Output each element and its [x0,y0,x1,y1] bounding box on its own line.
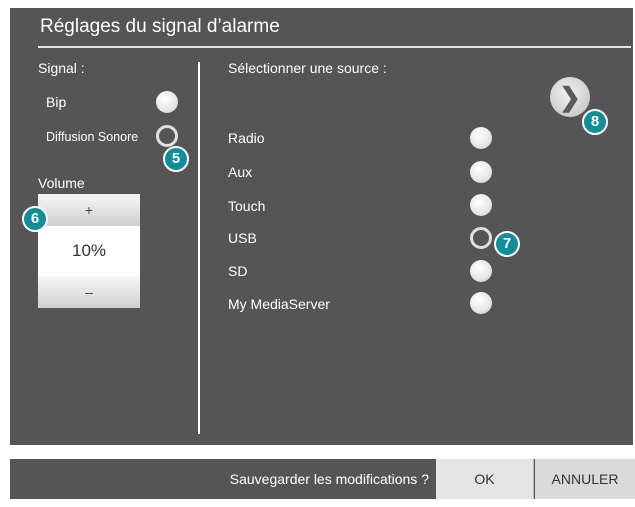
source-item-sd-radio[interactable] [470,260,492,282]
source-item-aux-radio[interactable] [470,161,492,183]
cancel-button[interactable]: ANNULER [535,459,635,499]
source-label: Sélectionner une source : [228,60,387,76]
ok-button[interactable]: OK [436,459,534,499]
volume-decrease-button[interactable]: – [38,276,140,308]
callout-badge-7: 7 [494,231,520,257]
source-item-radio-label: Radio [228,130,265,146]
alarm-signal-settings-panel: Réglages du signal d’alarme Signal : Bip… [10,8,633,445]
callout-badge-6: 6 [22,206,48,232]
source-item-mymediaserver-label: My MediaServer [228,296,330,312]
signal-option-bip-radio[interactable] [156,91,178,113]
volume-stepper: + 10% – [38,194,140,308]
volume-value: 10% [71,241,107,260]
signal-option-diffusion-radio[interactable] [156,125,178,147]
source-item-touch-radio[interactable] [470,194,492,216]
callout-badge-5: 5 [163,146,189,172]
signal-label: Signal : [38,60,85,76]
save-changes-bar: Sauvegarder les modifications ? OK ANNUL… [10,459,635,499]
volume-label: Volume [38,175,85,191]
volume-increase-button[interactable]: + [38,194,140,226]
source-item-radio-radio[interactable] [470,127,492,149]
next-page-button[interactable]: ❯ [550,77,590,117]
chevron-right-icon: ❯ [559,82,581,112]
source-item-touch-label: Touch [228,198,266,214]
source-item-usb-label: USB [228,230,257,246]
column-divider [198,62,200,434]
callout-badge-8: 8 [582,109,608,135]
signal-option-bip-label: Bip [46,94,67,110]
source-item-sd-label: SD [228,263,248,279]
save-changes-prompt: Sauvegarder les modifications ? [229,471,429,487]
source-item-mymediaserver-radio[interactable] [470,292,492,314]
source-item-aux-label: Aux [228,164,253,180]
source-item-usb-radio[interactable] [470,227,492,249]
title-divider [38,46,631,48]
page-title: Réglages du signal d’alarme [40,16,280,37]
signal-option-diffusion-label: Diffusion Sonore [46,130,139,144]
